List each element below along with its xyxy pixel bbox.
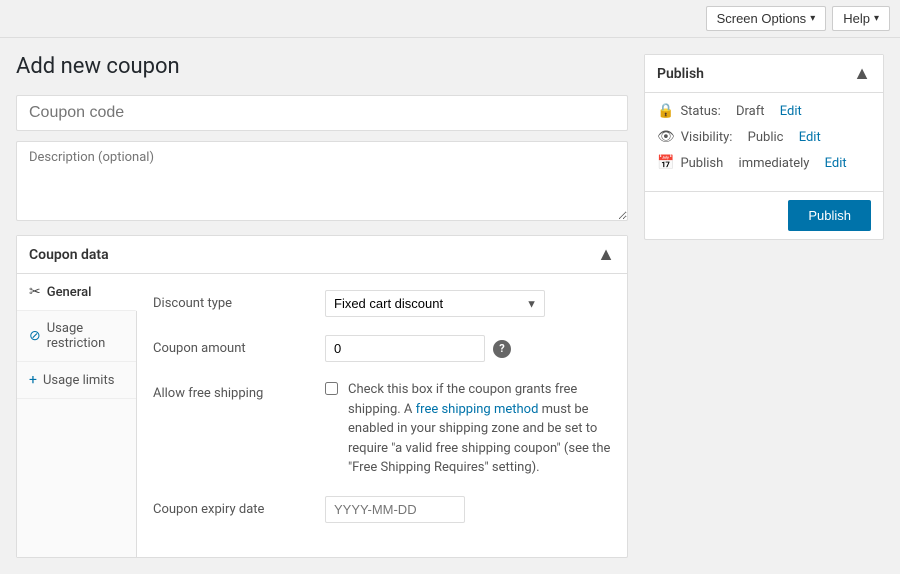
coupon-data-title: Coupon data (29, 247, 109, 263)
calendar-icon: 📅 (657, 155, 674, 171)
right-column: Publish ▲ 🔒 Status: Draft Edit 👁 Visibil… (644, 54, 884, 240)
free-shipping-field: Check this box if the coupon grants free… (325, 380, 611, 478)
coupon-data-body: ✂ General ⊘ Usage restriction + Usage li… (17, 274, 627, 557)
publish-box: Publish ▲ 🔒 Status: Draft Edit 👁 Visibil… (644, 54, 884, 240)
no-entry-icon: ⊘ (29, 328, 41, 344)
form-row-coupon-amount: Coupon amount ? (153, 335, 611, 362)
description-textarea[interactable] (16, 141, 628, 221)
status-edit-label: Edit (780, 104, 802, 119)
tab-general-label: General (47, 285, 92, 300)
screen-options-button[interactable]: Screen Options ▾ (706, 6, 827, 31)
discount-type-select-wrapper: Percentage discount Fixed cart discount … (325, 290, 545, 317)
tab-usage-limits[interactable]: + Usage limits (17, 362, 136, 399)
discount-type-select[interactable]: Percentage discount Fixed cart discount … (325, 290, 545, 317)
eye-icon: 👁 (657, 129, 675, 145)
coupon-amount-field: ? (325, 335, 611, 362)
main-content: Add new coupon Coupon data ▲ ✂ General ⊘ (0, 38, 900, 574)
publish-title: Publish (657, 66, 704, 82)
expiry-date-input[interactable] (325, 496, 465, 523)
visibility-label: Visibility: (681, 130, 733, 145)
amount-wrapper: ? (325, 335, 611, 362)
screen-options-label: Screen Options (717, 11, 807, 26)
coupon-code-input[interactable] (16, 95, 628, 131)
help-chevron-icon: ▾ (874, 13, 879, 24)
tab-usage-restriction[interactable]: ⊘ Usage restriction (17, 311, 136, 362)
form-row-free-shipping: Allow free shipping Check this box if th… (153, 380, 611, 478)
visibility-edit-link[interactable]: Edit (799, 130, 821, 145)
expiry-date-field (325, 496, 611, 523)
status-edit-link[interactable]: Edit (780, 104, 802, 119)
status-label: Status: (680, 104, 720, 119)
free-shipping-label: Allow free shipping (153, 380, 313, 401)
discount-type-field: Percentage discount Fixed cart discount … (325, 290, 611, 317)
coupon-data-collapse-icon[interactable]: ▲ (597, 244, 615, 265)
scissors-icon: ✂ (29, 284, 41, 300)
checkbox-row: Check this box if the coupon grants free… (325, 380, 611, 478)
publish-footer: Publish (645, 191, 883, 239)
tab-usage-restriction-label: Usage restriction (47, 321, 124, 351)
visibility-value: Public (748, 130, 784, 145)
help-button[interactable]: Help ▾ (832, 6, 890, 31)
top-bar: Screen Options ▾ Help ▾ (0, 0, 900, 38)
page-title: Add new coupon (16, 54, 628, 79)
screen-options-chevron-icon: ▾ (810, 13, 815, 24)
sidebar-tabs: ✂ General ⊘ Usage restriction + Usage li… (17, 274, 137, 557)
publish-body: 🔒 Status: Draft Edit 👁 Visibility: Publi… (645, 93, 883, 191)
publish-time-row: 📅 Publish immediately Edit (657, 155, 871, 171)
visibility-edit-label: Edit (799, 130, 821, 145)
left-column: Add new coupon Coupon data ▲ ✂ General ⊘ (16, 54, 628, 558)
publish-time-edit-label: Edit (825, 156, 847, 171)
tab-usage-limits-label: Usage limits (43, 373, 114, 388)
publish-visibility-row: 👁 Visibility: Public Edit (657, 129, 871, 145)
free-shipping-checkbox[interactable] (325, 382, 338, 395)
coupon-amount-input[interactable] (325, 335, 485, 362)
tab-content-general: Discount type Percentage discount Fixed … (137, 274, 627, 557)
publish-status-row: 🔒 Status: Draft Edit (657, 103, 871, 119)
publish-time-label: Publish (680, 156, 723, 171)
lock-icon: 🔒 (657, 103, 674, 119)
free-shipping-description: Check this box if the coupon grants free… (348, 380, 611, 478)
free-shipping-link-text: free shipping method (416, 402, 539, 417)
help-label: Help (843, 11, 870, 26)
tab-general[interactable]: ✂ General (17, 274, 137, 311)
publish-collapse-icon[interactable]: ▲ (853, 63, 871, 84)
form-row-expiry-date: Coupon expiry date (153, 496, 611, 523)
plus-icon: + (29, 372, 37, 388)
publish-button-label: Publish (808, 208, 851, 223)
expiry-date-label: Coupon expiry date (153, 496, 313, 517)
publish-time-value: immediately (739, 156, 810, 171)
publish-header: Publish ▲ (645, 55, 883, 93)
free-shipping-method-link[interactable]: free shipping method (416, 402, 539, 417)
discount-type-label: Discount type (153, 290, 313, 311)
form-row-discount-type: Discount type Percentage discount Fixed … (153, 290, 611, 317)
publish-button[interactable]: Publish (788, 200, 871, 231)
help-icon[interactable]: ? (493, 340, 511, 358)
coupon-data-box: Coupon data ▲ ✂ General ⊘ Usage restrict… (16, 235, 628, 558)
publish-time-edit-link[interactable]: Edit (825, 156, 847, 171)
coupon-data-header: Coupon data ▲ (17, 236, 627, 274)
coupon-amount-label: Coupon amount (153, 335, 313, 356)
status-value: Draft (736, 104, 765, 119)
